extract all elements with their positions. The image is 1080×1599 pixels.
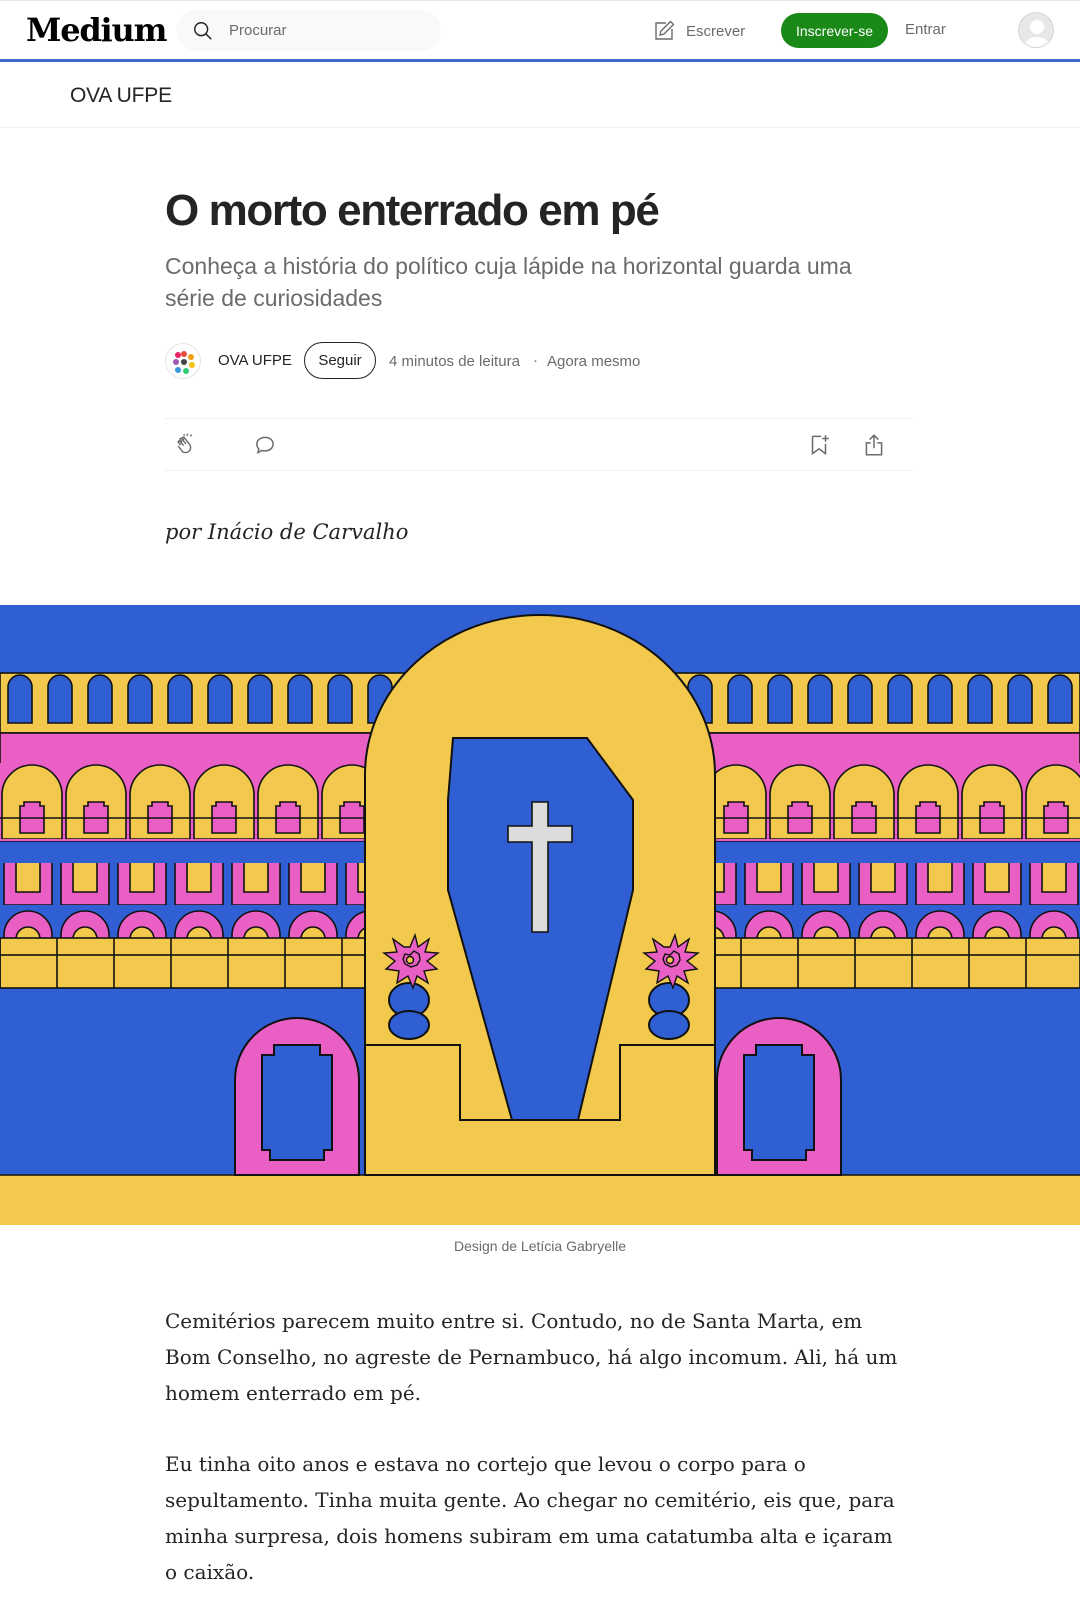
article-paragraph: Eu tinha oito anos e estava no cortejo q…	[165, 1452, 895, 1584]
signup-button[interactable]: Inscrever-se	[781, 13, 888, 48]
share-icon[interactable]	[861, 432, 887, 458]
search-input[interactable]: Procurar	[229, 22, 287, 39]
article-action-bar	[165, 418, 913, 471]
bookmark-icon[interactable]	[806, 432, 832, 458]
user-avatar[interactable]	[1018, 12, 1054, 48]
published-time: Agora mesmo	[547, 353, 641, 370]
clap-icon[interactable]	[173, 432, 199, 458]
read-time: 4 minutos de leitura	[389, 353, 520, 370]
article-subtitle: Conheça a história do político cuja lápi…	[165, 253, 852, 311]
search-icon	[194, 22, 212, 40]
avatar-icon	[1024, 20, 1050, 47]
article-author-line: por Inácio de Carvalho	[165, 520, 409, 544]
signin-link[interactable]: Entrar	[905, 21, 946, 38]
author-name[interactable]: OVA UFPE	[218, 352, 292, 369]
write-label: Escrever	[686, 22, 746, 40]
write-button[interactable]: Escrever	[652, 19, 745, 43]
medium-logo[interactable]: Medium	[26, 11, 167, 49]
image-caption: Design de Letícia Gabryelle	[454, 1238, 626, 1254]
article-illustration	[0, 605, 1080, 1225]
publication-bar: OVA UFPE	[0, 65, 1080, 128]
search-box[interactable]: Procurar	[176, 10, 441, 51]
top-navigation-inner: Medium Procurar Escrever Inscrever-se En…	[0, 0, 1080, 59]
follow-button[interactable]: Seguir	[304, 342, 376, 379]
comment-icon[interactable]	[252, 432, 278, 458]
write-icon	[655, 20, 675, 40]
article-title: O morto enterrado em pé	[165, 186, 660, 235]
article-paragraph: Cemitérios parecem muito entre si. Contu…	[165, 1309, 898, 1405]
article-byline: OVA UFPE Seguir 4 minutos de leitura · A…	[165, 339, 905, 383]
publication-name[interactable]: OVA UFPE	[70, 84, 172, 108]
meta-separator: ·	[533, 352, 538, 369]
top-navigation: Medium Procurar Escrever Inscrever-se En…	[0, 0, 1080, 62]
publication-avatar[interactable]	[165, 343, 201, 379]
publication-logo-icon	[173, 351, 195, 374]
